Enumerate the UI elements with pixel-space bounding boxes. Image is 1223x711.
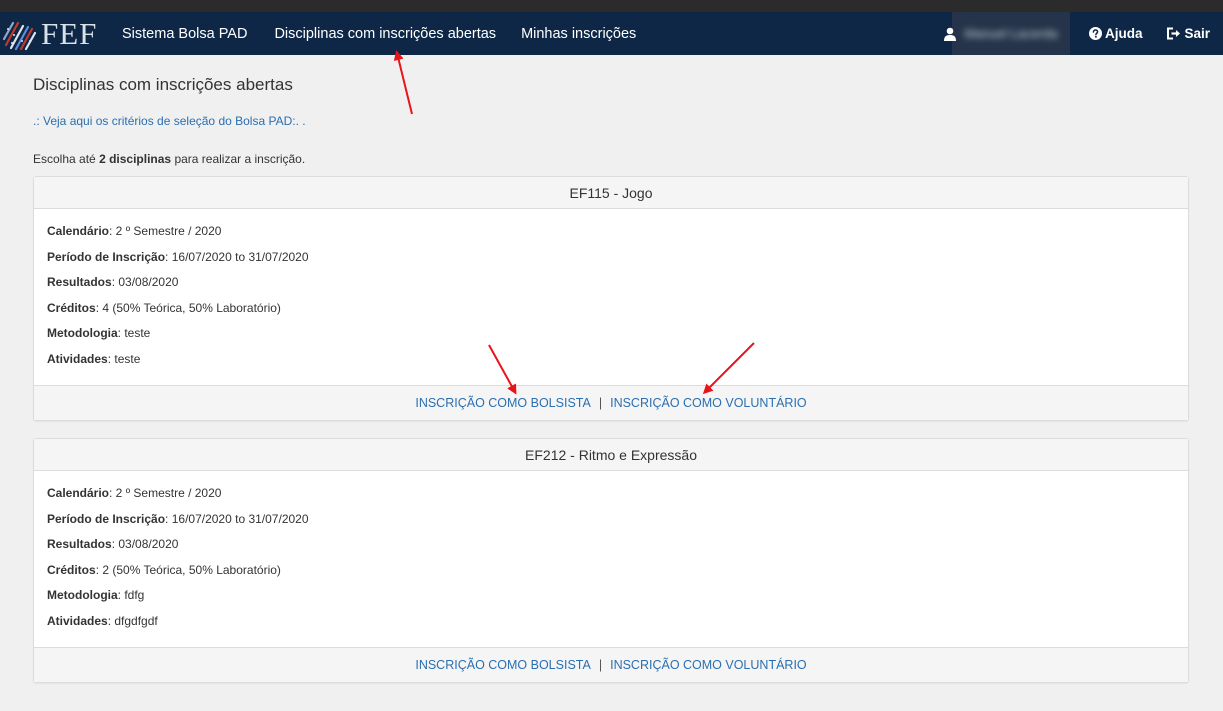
detail-calendar: Calendário: 2 º Semestre / 2020 xyxy=(47,223,1175,239)
detail-label: Atividades xyxy=(47,351,108,366)
detail-value: : 2 º Semestre / 2020 xyxy=(109,224,222,238)
instruction-bold: 2 disciplinas xyxy=(99,152,172,166)
detail-activities: Atividades: teste xyxy=(47,351,1175,367)
brand-logo[interactable]: FEF xyxy=(0,15,112,53)
detail-label: Créditos xyxy=(47,300,96,315)
nav-my-registrations[interactable]: Minhas inscrições xyxy=(521,26,636,42)
detail-value: : 4 (50% Teórica, 50% Laboratório) xyxy=(95,300,281,315)
detail-label: Atividades xyxy=(47,613,108,628)
user-name: Manuel Lacerda xyxy=(964,26,1058,41)
action-separator: | xyxy=(598,396,603,410)
action-separator: | xyxy=(598,658,603,672)
detail-value: : 16/07/2020 to 31/07/2020 xyxy=(165,249,309,264)
detail-label: Calendário xyxy=(47,224,110,238)
detail-calendar: Calendário: 2 º Semestre / 2020 xyxy=(47,485,1175,501)
nav-right: Manuel Lacerda Ajuda Sair xyxy=(943,12,1223,55)
course-actions: INSCRIÇÃO COMO BOLSISTA | INSCRIÇÃO COMO… xyxy=(34,385,1188,420)
question-circle-icon xyxy=(1088,27,1102,40)
user-icon xyxy=(943,27,956,41)
detail-methodology: Metodologia: fdfg xyxy=(47,587,1175,603)
detail-label: Período de Inscrição xyxy=(47,511,166,526)
volunteer-registration-link[interactable]: INSCRIÇÃO COMO VOLUNTÁRIO xyxy=(610,396,807,410)
detail-value: : 2 º Semestre / 2020 xyxy=(109,486,222,500)
detail-results: Resultados: 03/08/2020 xyxy=(47,274,1175,290)
course-panel-ef115: EF115 - Jogo Calendário: 2 º Semestre / … xyxy=(33,176,1189,421)
detail-value: : 16/07/2020 to 31/07/2020 xyxy=(165,511,309,526)
detail-credits: Créditos: 4 (50% Teórica, 50% Laboratóri… xyxy=(47,300,1175,316)
detail-value: : 03/08/2020 xyxy=(111,275,179,289)
detail-value: : 03/08/2020 xyxy=(111,537,179,551)
sign-out-icon xyxy=(1167,27,1181,40)
course-panel-ef212: EF212 - Ritmo e Expressão Calendário: 2 … xyxy=(33,438,1189,683)
detail-label: Resultados xyxy=(47,537,112,551)
nav-system-home[interactable]: Sistema Bolsa PAD xyxy=(122,26,247,42)
page-title: Disciplinas com inscrições abertas xyxy=(33,75,293,94)
navbar: FEF Sistema Bolsa PAD Disciplinas com in… xyxy=(0,12,1223,55)
detail-label: Metodologia xyxy=(47,326,118,340)
detail-label: Metodologia xyxy=(47,588,118,602)
instruction-prefix: Escolha até xyxy=(33,152,96,166)
detail-results: Resultados: 03/08/2020 xyxy=(47,536,1175,552)
criteria-link[interactable]: .: Veja aqui os critérios de seleção do … xyxy=(33,113,1189,129)
detail-label: Calendário xyxy=(47,486,110,500)
scholar-registration-link[interactable]: INSCRIÇÃO COMO BOLSISTA xyxy=(415,396,591,410)
detail-value: : dfgdfgdf xyxy=(107,613,158,628)
detail-label: Créditos xyxy=(47,562,96,577)
course-title: EF115 - Jogo xyxy=(34,177,1188,209)
detail-value: : teste xyxy=(107,351,141,366)
detail-label: Resultados xyxy=(47,275,112,289)
detail-value: : teste xyxy=(117,326,151,340)
course-details: Calendário: 2 º Semestre / 2020 Período … xyxy=(34,471,1188,647)
detail-period: Período de Inscrição: 16/07/2020 to 31/0… xyxy=(47,511,1175,527)
help-link[interactable]: Ajuda xyxy=(1088,26,1143,41)
detail-label: Período de Inscrição xyxy=(47,249,166,264)
course-details: Calendário: 2 º Semestre / 2020 Período … xyxy=(34,209,1188,385)
instruction-text: Escolha até 2 disciplinas para realizar … xyxy=(33,151,1189,167)
course-actions: INSCRIÇÃO COMO BOLSISTA | INSCRIÇÃO COMO… xyxy=(34,647,1188,682)
instruction-suffix: para realizar a inscrição. xyxy=(174,152,306,166)
help-label: Ajuda xyxy=(1104,26,1143,41)
detail-credits: Créditos: 2 (50% Teórica, 50% Laboratóri… xyxy=(47,562,1175,578)
scholar-registration-link[interactable]: INSCRIÇÃO COMO BOLSISTA xyxy=(415,658,591,672)
exit-link[interactable]: Sair xyxy=(1166,26,1210,41)
main-content: Disciplinas com inscrições abertas .: Ve… xyxy=(0,74,1189,683)
nav-open-courses[interactable]: Disciplinas com inscrições abertas xyxy=(274,26,496,42)
detail-value: : 2 (50% Teórica, 50% Laboratório) xyxy=(95,562,281,577)
brand-name: FEF xyxy=(41,15,98,51)
user-menu[interactable]: Manuel Lacerda xyxy=(951,12,1070,55)
course-title: EF212 - Ritmo e Expressão xyxy=(34,439,1188,471)
detail-period: Período de Inscrição: 16/07/2020 to 31/0… xyxy=(47,249,1175,265)
volunteer-registration-link[interactable]: INSCRIÇÃO COMO VOLUNTÁRIO xyxy=(610,658,807,672)
exit-label: Sair xyxy=(1184,26,1210,41)
browser-top-strip xyxy=(0,0,1223,12)
fef-logo-icon xyxy=(2,21,37,50)
detail-activities: Atividades: dfgdfgdf xyxy=(47,613,1175,629)
detail-methodology: Metodologia: teste xyxy=(47,325,1175,341)
detail-value: : fdfg xyxy=(117,588,145,602)
